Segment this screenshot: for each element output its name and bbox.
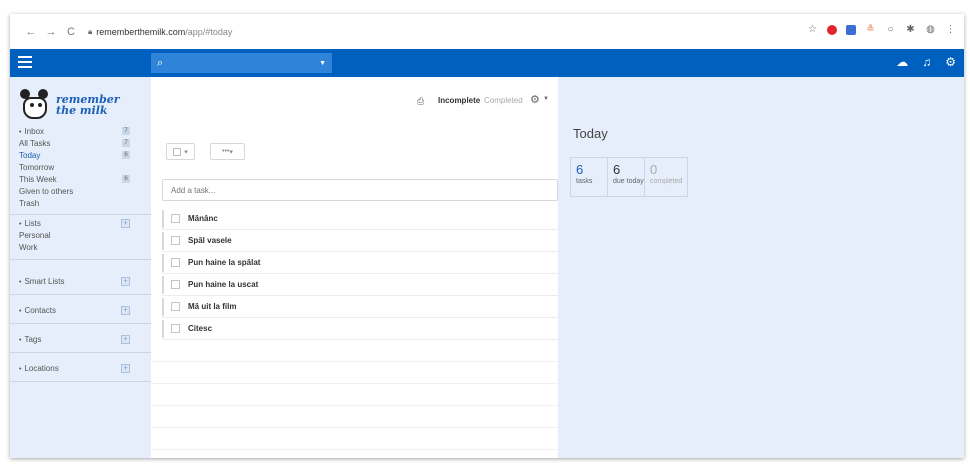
sidebar-item-trash[interactable]: Trash	[10, 197, 151, 209]
add-location-icon[interactable]: +	[121, 363, 130, 373]
print-icon[interactable]: ⎙	[417, 96, 424, 107]
task-row[interactable]: Citesc	[162, 318, 558, 340]
logo-text: remember the milk	[56, 93, 120, 117]
extension-circle-icon[interactable]: ○	[885, 24, 896, 35]
app-header: ⌕ ▼ ☁ ♫ ⚙	[10, 49, 964, 77]
contacts-section: Contacts+	[10, 304, 151, 324]
chevron-down-icon: ▾	[184, 148, 188, 156]
add-contact-icon[interactable]: +	[121, 305, 130, 315]
task-row[interactable]: Pun haine la uscat	[162, 274, 558, 296]
task-row[interactable]: Mă uit la film	[162, 296, 558, 318]
sidebar: remember the milk Inbox7 All Tasks7 Toda…	[10, 77, 151, 458]
summary-title: Today	[573, 126, 608, 141]
task-list: Mănânc Spăl vasele Pun haine la spălat P…	[162, 208, 558, 340]
task-list-panel: ⎙ Incomplete Completed ⚙ ▼ ▾ ••• ▾ Mănân…	[151, 84, 558, 458]
address-bar[interactable]: 🔒︎ rememberthemilk.com /app/#today	[88, 22, 232, 42]
task-name: Pun haine la uscat	[188, 280, 259, 289]
sidebar-item-smart-lists[interactable]: Smart Lists+	[10, 275, 151, 287]
sidebar-item-today[interactable]: Today 6	[10, 149, 151, 161]
sidebar-item-personal[interactable]: Personal	[10, 229, 151, 241]
summary-stats: 6 tasks 6 due today 0 completed	[570, 157, 688, 197]
chevron-down-icon[interactable]: ▼	[543, 96, 549, 102]
inbox-section: Inbox7 All Tasks7 Today6 Tomorrow This W…	[10, 125, 151, 215]
add-list-icon[interactable]: +	[121, 218, 130, 228]
url-host: rememberthemilk.com	[96, 26, 186, 37]
browser-menu-icon[interactable]: ⋮	[945, 24, 956, 35]
sidebar-item-this-week[interactable]: This Week 6	[10, 173, 151, 185]
logo[interactable]: remember the milk	[20, 87, 120, 123]
task-name: Pun haine la spălat	[188, 258, 261, 267]
sidebar-item-locations[interactable]: Locations+	[10, 362, 151, 374]
back-icon[interactable]: ←	[24, 26, 38, 38]
more-label: •••	[222, 148, 230, 155]
forward-icon[interactable]: →	[44, 26, 58, 38]
browser-window: ← → C 🔒︎ rememberthemilk.com /app/#today…	[10, 14, 964, 458]
task-checkbox[interactable]	[171, 214, 180, 223]
add-smart-list-icon[interactable]: +	[121, 276, 130, 286]
stat-due-today[interactable]: 6 due today	[607, 157, 644, 197]
cloud-sync-icon[interactable]: ☁	[896, 55, 908, 69]
select-tasks-button[interactable]: ▾	[166, 143, 195, 160]
summary-panel: Today 6 tasks 6 due today 0 completed	[558, 77, 964, 458]
task-name: Mă uit la film	[188, 302, 237, 311]
extension-blue-icon[interactable]	[846, 24, 856, 35]
count-badge: 6	[122, 151, 130, 159]
task-name: Citesc	[188, 324, 213, 333]
sidebar-item-contacts[interactable]: Contacts+	[10, 304, 151, 316]
gear-icon[interactable]: ⚙	[945, 55, 956, 69]
lock-icon: 🔒︎	[88, 26, 93, 36]
header-icons: ☁ ♫ ⚙	[896, 55, 956, 69]
task-row[interactable]: Spăl vasele	[162, 230, 558, 252]
cow-logo-icon	[20, 87, 52, 123]
profile-avatar-icon[interactable]: ◍	[925, 24, 936, 35]
task-checkbox[interactable]	[171, 236, 180, 245]
checkbox-icon	[173, 147, 182, 156]
sidebar-item-all-tasks[interactable]: All Tasks 7	[10, 137, 151, 149]
search-dropdown-icon[interactable]: ▼	[319, 60, 326, 67]
count-badge: 6	[122, 175, 130, 183]
task-name: Spăl vasele	[188, 236, 232, 245]
browser-toolbar: ← → C 🔒︎ rememberthemilk.com /app/#today…	[10, 14, 964, 49]
extensions-puzzle-icon[interactable]: ✱	[905, 24, 916, 35]
bookmark-star-icon[interactable]: ☆	[807, 24, 818, 35]
task-name: Mănânc	[188, 214, 218, 223]
reload-icon[interactable]: C	[64, 26, 78, 38]
menu-icon[interactable]	[18, 56, 32, 68]
smart-lists-section: Smart Lists+	[10, 275, 151, 295]
inbox-count-badge: 7	[122, 127, 130, 135]
extension-bar: ☆ ≗ ○ ✱ ◍ ⋮	[807, 24, 956, 35]
add-tag-icon[interactable]: +	[121, 334, 130, 344]
task-row[interactable]: Pun haine la spălat	[162, 252, 558, 274]
url-path: /app/#today	[185, 26, 233, 37]
tab-incomplete[interactable]: Incomplete	[438, 96, 480, 105]
task-checkbox[interactable]	[171, 280, 180, 289]
search-input[interactable]	[163, 54, 320, 72]
locations-section: Locations+	[10, 362, 151, 382]
extension-orange-icon[interactable]: ≗	[865, 24, 876, 35]
bell-icon[interactable]: ♫	[922, 55, 931, 69]
lists-section: Lists+ Personal Work	[10, 217, 151, 260]
empty-rows	[151, 340, 558, 450]
task-checkbox[interactable]	[171, 258, 180, 267]
search-box[interactable]: ⌕ ▼	[151, 53, 332, 73]
sidebar-item-given-to-others[interactable]: Given to others	[10, 185, 151, 197]
chevron-down-icon: ▾	[229, 148, 233, 156]
tab-completed[interactable]: Completed	[484, 96, 523, 105]
sidebar-item-inbox[interactable]: Inbox7	[10, 125, 151, 137]
task-row[interactable]: Mănânc	[162, 208, 558, 230]
more-actions-button[interactable]: ••• ▾	[210, 143, 245, 160]
sidebar-item-tags[interactable]: Tags+	[10, 333, 151, 345]
stat-completed[interactable]: 0 completed	[644, 157, 688, 197]
count-badge: 7	[122, 139, 130, 147]
extension-red-icon[interactable]	[827, 24, 837, 35]
stat-tasks[interactable]: 6 tasks	[570, 157, 607, 197]
task-checkbox[interactable]	[171, 324, 180, 333]
task-checkbox[interactable]	[171, 302, 180, 311]
sidebar-item-lists[interactable]: Lists+	[10, 217, 151, 229]
sidebar-item-work[interactable]: Work	[10, 241, 151, 253]
add-task-input[interactable]	[162, 179, 558, 201]
sidebar-item-tomorrow[interactable]: Tomorrow	[10, 161, 151, 173]
list-settings-icon[interactable]: ⚙	[530, 93, 540, 106]
tags-section: Tags+	[10, 333, 151, 353]
